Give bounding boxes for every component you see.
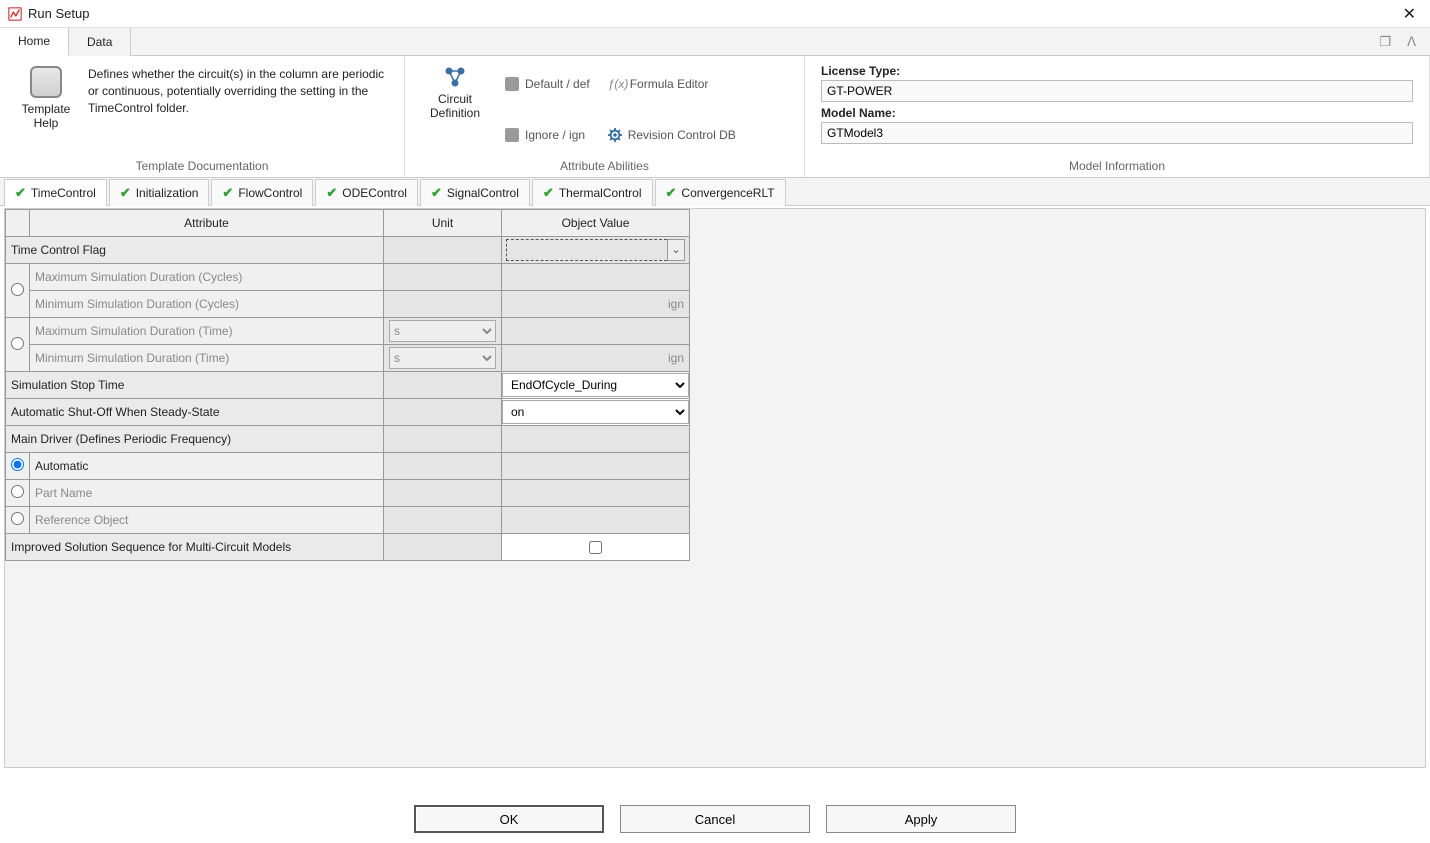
apply-button[interactable]: Apply [826, 805, 1016, 833]
radio-ref-object[interactable] [11, 512, 24, 525]
header-object-value: Object Value [502, 210, 690, 237]
check-icon: ✔ [222, 185, 233, 201]
license-type-field[interactable] [821, 80, 1413, 102]
window-title: Run Setup [28, 6, 1397, 21]
ribbon-group-model-info: License Type: Model Name: Model Informat… [805, 56, 1430, 177]
subtab-convergencerlt[interactable]: ✔ConvergenceRLT [655, 179, 786, 206]
row-improved-solution: Improved Solution Sequence for Multi-Cir… [6, 534, 690, 561]
circuit-definition-button[interactable]: Circuit Definition [415, 62, 495, 157]
select-sim-stop-time[interactable]: EndOfCycle_During [502, 373, 689, 397]
label-part-name: Part Name [30, 480, 384, 507]
template-help-button[interactable]: Template Help [10, 62, 82, 157]
input-max-time[interactable] [502, 321, 689, 341]
ribbon-footer-model-info: Model Information [815, 157, 1419, 175]
ribbon: Template Help Defines whether the circui… [0, 56, 1430, 178]
subtab-thermalcontrol[interactable]: ✔ThermalControl [532, 179, 653, 206]
template-help-icon [30, 66, 62, 98]
formula-editor-button[interactable]: ƒ(x)Formula Editor [608, 68, 736, 101]
checkbox-improved-solution[interactable] [589, 541, 602, 554]
label-improved-solution: Improved Solution Sequence for Multi-Cir… [6, 534, 384, 561]
ribbon-footer-template-doc: Template Documentation [10, 157, 394, 175]
row-automatic: Automatic [6, 453, 690, 480]
radio-cycles[interactable] [11, 283, 24, 296]
collapse-ribbon-icon[interactable]: ᐱ [1407, 34, 1416, 50]
label-auto-shutoff: Automatic Shut-Off When Steady-State [6, 399, 384, 426]
check-icon: ✔ [666, 185, 677, 201]
row-main-driver: Main Driver (Defines Periodic Frequency) [6, 426, 690, 453]
header-unit: Unit [384, 210, 502, 237]
titlebar: Run Setup ✕ [0, 0, 1430, 28]
formula-icon: ƒ(x) [608, 77, 624, 91]
label-max-time: Maximum Simulation Duration (Time) [30, 318, 384, 345]
row-time-control-flag: Time Control Flag ⌄ [6, 237, 690, 264]
revision-control-button[interactable]: Revision Control DB [608, 119, 736, 152]
sub-tabs: ✔TimeControl ✔Initialization ✔FlowContro… [0, 178, 1430, 206]
tab-data[interactable]: Data [69, 28, 131, 56]
label-main-driver: Main Driver (Defines Periodic Frequency) [6, 426, 384, 453]
label-time-control-flag: Time Control Flag [6, 237, 384, 264]
check-icon: ✔ [15, 185, 26, 201]
ignore-ign-button[interactable]: Ignore / ign [505, 119, 590, 152]
close-button[interactable]: ✕ [1397, 2, 1422, 26]
tab-home[interactable]: Home [0, 28, 69, 56]
table-header-row: Attribute Unit Object Value [6, 210, 690, 237]
model-name-label: Model Name: [821, 106, 1413, 120]
unit-max-time[interactable]: s [389, 320, 496, 342]
input-min-time[interactable] [502, 348, 689, 368]
check-icon: ✔ [120, 185, 131, 201]
chevron-down-icon: ⌄ [667, 239, 685, 261]
select-auto-shutoff[interactable]: on [502, 400, 689, 424]
row-ref-object: Reference Object [6, 507, 690, 534]
radio-automatic[interactable] [11, 458, 24, 471]
input-max-cycles[interactable] [502, 267, 689, 287]
subtab-timecontrol[interactable]: ✔TimeControl [4, 179, 107, 206]
gear-icon [608, 128, 622, 142]
row-min-time: Minimum Simulation Duration (Time) s [6, 345, 690, 372]
template-description: Defines whether the circuit(s) in the co… [82, 62, 394, 157]
ribbon-footer-attr-abilities: Attribute Abilities [415, 157, 794, 175]
row-sim-stop-time: Simulation Stop Time EndOfCycle_During [6, 372, 690, 399]
row-min-cycles: Minimum Simulation Duration (Cycles) [6, 291, 690, 318]
default-def-button[interactable]: Default / def [505, 68, 590, 101]
check-icon: ✔ [326, 185, 337, 201]
check-icon: ✔ [543, 185, 554, 201]
ribbon-group-attribute-abilities: Circuit Definition Default / def ƒ(x)For… [405, 56, 805, 177]
model-name-field[interactable] [821, 122, 1413, 144]
radio-part-name[interactable] [11, 485, 24, 498]
label-automatic: Automatic [30, 453, 384, 480]
label-ref-object: Reference Object [30, 507, 384, 534]
row-auto-shutoff: Automatic Shut-Off When Steady-State on [6, 399, 690, 426]
subtab-odecontrol[interactable]: ✔ODEControl [315, 179, 418, 206]
radio-time[interactable] [11, 337, 24, 350]
row-max-time: Maximum Simulation Duration (Time) s [6, 318, 690, 345]
restore-icon[interactable]: ❐ [1379, 34, 1391, 50]
attributes-table: Attribute Unit Object Value Time Control… [5, 209, 690, 561]
label-min-cycles: Minimum Simulation Duration (Cycles) [30, 291, 384, 318]
footer-buttons: OK Cancel Apply [0, 799, 1430, 839]
content-area: Attribute Unit Object Value Time Control… [4, 208, 1426, 768]
time-control-flag-select[interactable]: ⌄ [506, 239, 685, 261]
header-attribute: Attribute [30, 210, 384, 237]
main-tabs: Home Data ❐ ᐱ [0, 28, 1430, 56]
label-max-cycles: Maximum Simulation Duration (Cycles) [30, 264, 384, 291]
cancel-button[interactable]: Cancel [620, 805, 810, 833]
subtab-initialization[interactable]: ✔Initialization [109, 179, 210, 206]
check-icon: ✔ [431, 185, 442, 201]
label-min-time: Minimum Simulation Duration (Time) [30, 345, 384, 372]
input-min-cycles[interactable] [502, 294, 689, 314]
row-part-name: Part Name [6, 480, 690, 507]
unit-min-time[interactable]: s [389, 347, 496, 369]
app-icon [8, 7, 22, 21]
ok-button[interactable]: OK [414, 805, 604, 833]
default-icon [505, 77, 519, 91]
ribbon-group-template-documentation: Template Help Defines whether the circui… [0, 56, 405, 177]
license-type-label: License Type: [821, 64, 1413, 78]
row-max-cycles: Maximum Simulation Duration (Cycles) [6, 264, 690, 291]
circuit-definition-icon [441, 66, 469, 88]
ignore-icon [505, 128, 519, 142]
label-sim-stop-time: Simulation Stop Time [6, 372, 384, 399]
subtab-signalcontrol[interactable]: ✔SignalControl [420, 179, 530, 206]
subtab-flowcontrol[interactable]: ✔FlowControl [211, 179, 313, 206]
